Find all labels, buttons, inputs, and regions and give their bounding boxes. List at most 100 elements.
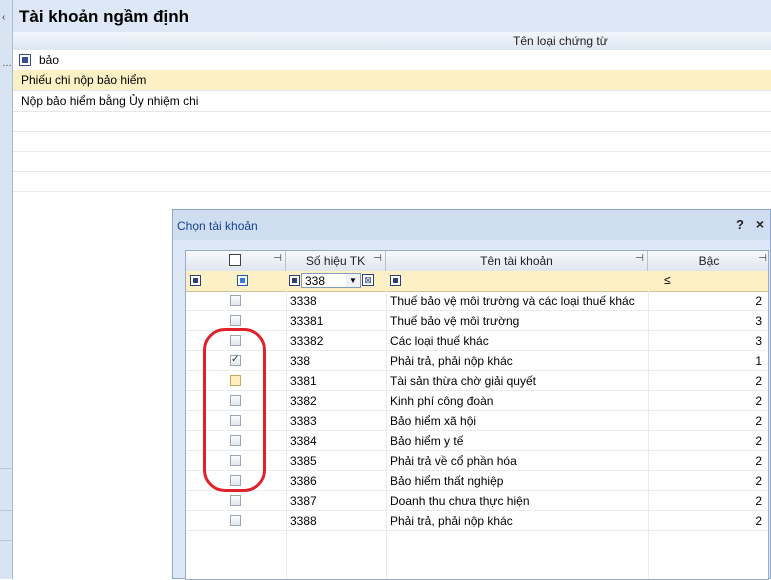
account-name-cell: Phải trả, phải nộp khác (390, 514, 513, 528)
divider (0, 510, 12, 511)
account-no-filter-input[interactable]: 338 ▼ (301, 273, 361, 288)
column-header-label: Tên loại chứng từ (513, 34, 608, 48)
check-column-header[interactable]: ⊣ (186, 251, 286, 271)
account-no-cell: 3388 (290, 514, 317, 528)
divider (0, 540, 12, 541)
account-no-column-header[interactable]: Số hiệu TK ⊣ (286, 251, 386, 271)
voucher-type-label: Nộp bảo hiểm bằng Ủy nhiệm chi (21, 94, 199, 108)
divider (13, 131, 771, 132)
table-row[interactable]: 3384 Bảo hiểm y tế 2 (186, 431, 768, 451)
more-dots-icon[interactable]: … (2, 58, 12, 69)
clear-filter-icon[interactable]: ⊠ (362, 274, 374, 286)
table-row[interactable]: 3383 Bảo hiểm xã hội 2 (186, 411, 768, 431)
account-name-cell: Bảo hiểm y tế (390, 434, 464, 448)
help-button[interactable]: ? (736, 217, 744, 232)
row-checkbox[interactable] (230, 495, 241, 506)
account-name-cell: Các loại thuế khác (390, 334, 489, 348)
account-name-cell: Tài sản thừa chờ giải quyết (390, 374, 536, 388)
account-name-cell: Phải trả, phải nộp khác (390, 354, 513, 368)
table-row[interactable]: 3382 Kinh phí công đoàn 2 (186, 391, 768, 411)
account-no-cell: 3383 (290, 414, 317, 428)
account-no-cell: 3387 (290, 494, 317, 508)
account-name-cell: Bảo hiểm thất nghiệp (390, 474, 504, 488)
account-no-cell: 3386 (290, 474, 317, 488)
dialog-title: Chọn tài khoản (177, 219, 258, 233)
account-no-cell: 3338 (290, 294, 317, 308)
account-no-cell: 33381 (290, 314, 324, 328)
filter-value: 338 (305, 274, 326, 288)
level-cell: 3 (755, 314, 762, 328)
level-cell: 2 (755, 394, 762, 408)
table-row[interactable]: 3385 Phải trả về cổ phần hóa 2 (186, 451, 768, 471)
table-row[interactable]: 3386 Bảo hiểm thất nghiệp 2 (186, 471, 768, 491)
left-panel-strip: ‹ … (0, 0, 13, 579)
pin-icon[interactable]: ⊣ (758, 253, 767, 264)
filter-condition-icon[interactable] (190, 275, 201, 286)
divider (13, 171, 771, 172)
checkbox-filter-icon[interactable] (237, 275, 248, 286)
voucher-filter-row[interactable]: bảo (13, 50, 771, 71)
column-label: Tên tài khoản (480, 254, 553, 268)
account-name-cell: Bảo hiểm xã hội (390, 414, 477, 428)
level-cell: 2 (755, 494, 762, 508)
account-name-column-header[interactable]: Tên tài khoản ⊣ (386, 251, 648, 271)
level-cell: 2 (755, 514, 762, 528)
level-cell: 2 (755, 474, 762, 488)
table-row[interactable]: 3381 Tài sản thừa chờ giải quyết 2 (186, 371, 768, 391)
account-name-cell: Thuế bảo vệ môi trường và các loại thuế … (390, 294, 635, 308)
account-no-cell: 3385 (290, 454, 317, 468)
account-no-cell: 33382 (290, 334, 324, 348)
pin-icon[interactable]: ⊣ (635, 253, 644, 264)
level-cell: 2 (755, 374, 762, 388)
divider (13, 151, 771, 152)
close-button[interactable]: × (756, 216, 764, 232)
voucher-type-label: Phiếu chi nộp bảo hiểm (21, 73, 147, 87)
divider (0, 468, 12, 469)
collapse-arrow-icon[interactable]: ‹ (2, 12, 5, 23)
account-name-cell: Phải trả về cổ phần hóa (390, 454, 517, 468)
page-title-bar: Tài khoản ngầm định (13, 0, 771, 33)
page-title: Tài khoản ngầm định (19, 7, 190, 26)
table-row[interactable]: 3387 Doanh thu chưa thực hiện 2 (186, 491, 768, 511)
account-no-cell: 3382 (290, 394, 317, 408)
account-name-cell: Thuế bảo vệ môi trường (390, 314, 520, 328)
level-filter-operator[interactable]: ≤ (664, 273, 671, 287)
select-all-checkbox[interactable] (229, 254, 241, 266)
filter-condition-icon[interactable] (19, 54, 31, 66)
filter-condition-icon[interactable] (390, 275, 401, 286)
pin-icon[interactable]: ⊣ (373, 253, 382, 264)
row-checkbox[interactable] (230, 515, 241, 526)
account-name-cell: Kinh phí công đoàn (390, 394, 494, 408)
account-grid: ⊣ Số hiệu TK ⊣ Tên tài khoản ⊣ Bậc ⊣ 338… (185, 250, 769, 580)
table-row[interactable]: 33381 Thuế bảo vệ môi trường 3 (186, 311, 768, 331)
account-no-cell: 3381 (290, 374, 317, 388)
red-highlight-annotation (203, 328, 266, 492)
account-no-cell: 3384 (290, 434, 317, 448)
list-item[interactable]: Nộp bảo hiểm bằng Ủy nhiệm chi (13, 91, 771, 112)
level-cell: 2 (755, 414, 762, 428)
grid-filter-row: 338 ▼ ⊠ ≤ (186, 271, 768, 292)
divider (13, 191, 771, 192)
table-row[interactable]: 338 Phải trả, phải nộp khác 1 (186, 351, 768, 371)
voucher-type-column-header[interactable]: Tên loại chứng từ (13, 32, 771, 51)
account-no-cell: 338 (290, 354, 311, 368)
pin-icon[interactable]: ⊣ (273, 253, 282, 264)
dialog-title-bar[interactable]: Chọn tài khoản ? × (173, 210, 770, 240)
level-cell: 1 (755, 354, 762, 368)
filter-text[interactable]: bảo (39, 53, 59, 67)
grid-header: ⊣ Số hiệu TK ⊣ Tên tài khoản ⊣ Bậc ⊣ (186, 251, 768, 272)
account-name-cell: Doanh thu chưa thực hiện (390, 494, 530, 508)
level-cell: 3 (755, 334, 762, 348)
row-checkbox[interactable] (230, 295, 241, 306)
column-label: Số hiệu TK (305, 254, 366, 268)
table-row[interactable]: 3388 Phải trả, phải nộp khác 2 (186, 511, 768, 531)
level-cell: 2 (755, 434, 762, 448)
row-checkbox[interactable] (230, 315, 241, 326)
level-cell: 2 (755, 454, 762, 468)
chevron-down-icon[interactable]: ▼ (346, 274, 360, 287)
level-column-header[interactable]: Bậc ⊣ (648, 251, 768, 271)
table-row[interactable]: 33382 Các loại thuế khác 3 (186, 331, 768, 351)
list-item[interactable]: Phiếu chi nộp bảo hiểm (13, 70, 771, 91)
table-row[interactable]: 3338 Thuế bảo vệ môi trường và các loại t… (186, 291, 768, 311)
filter-condition-icon[interactable] (289, 275, 300, 286)
